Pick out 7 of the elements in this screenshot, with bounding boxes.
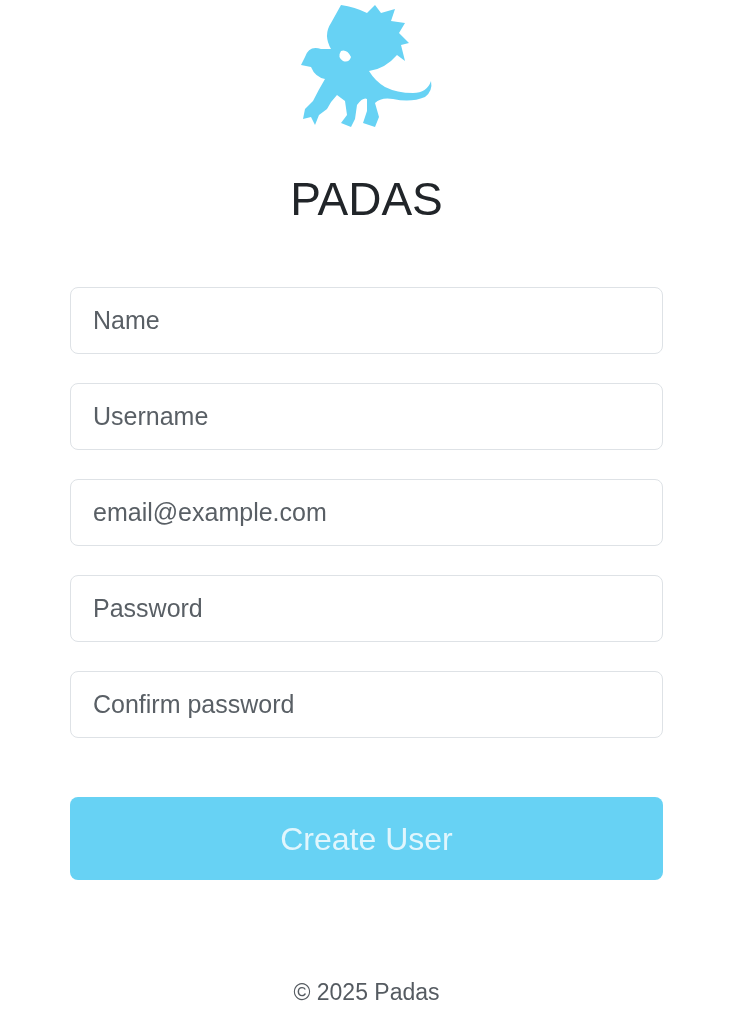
app-title: PADAS — [290, 176, 443, 222]
input-field[interactable]: Password — [70, 575, 663, 642]
input-field[interactable]: Confirm password — [70, 671, 663, 738]
input-field[interactable]: Username — [70, 383, 663, 450]
input-field[interactable]: email@example.com — [70, 479, 663, 546]
input-field[interactable]: Name — [70, 287, 663, 354]
copyright-text: © 2025 Padas — [293, 978, 440, 1007]
